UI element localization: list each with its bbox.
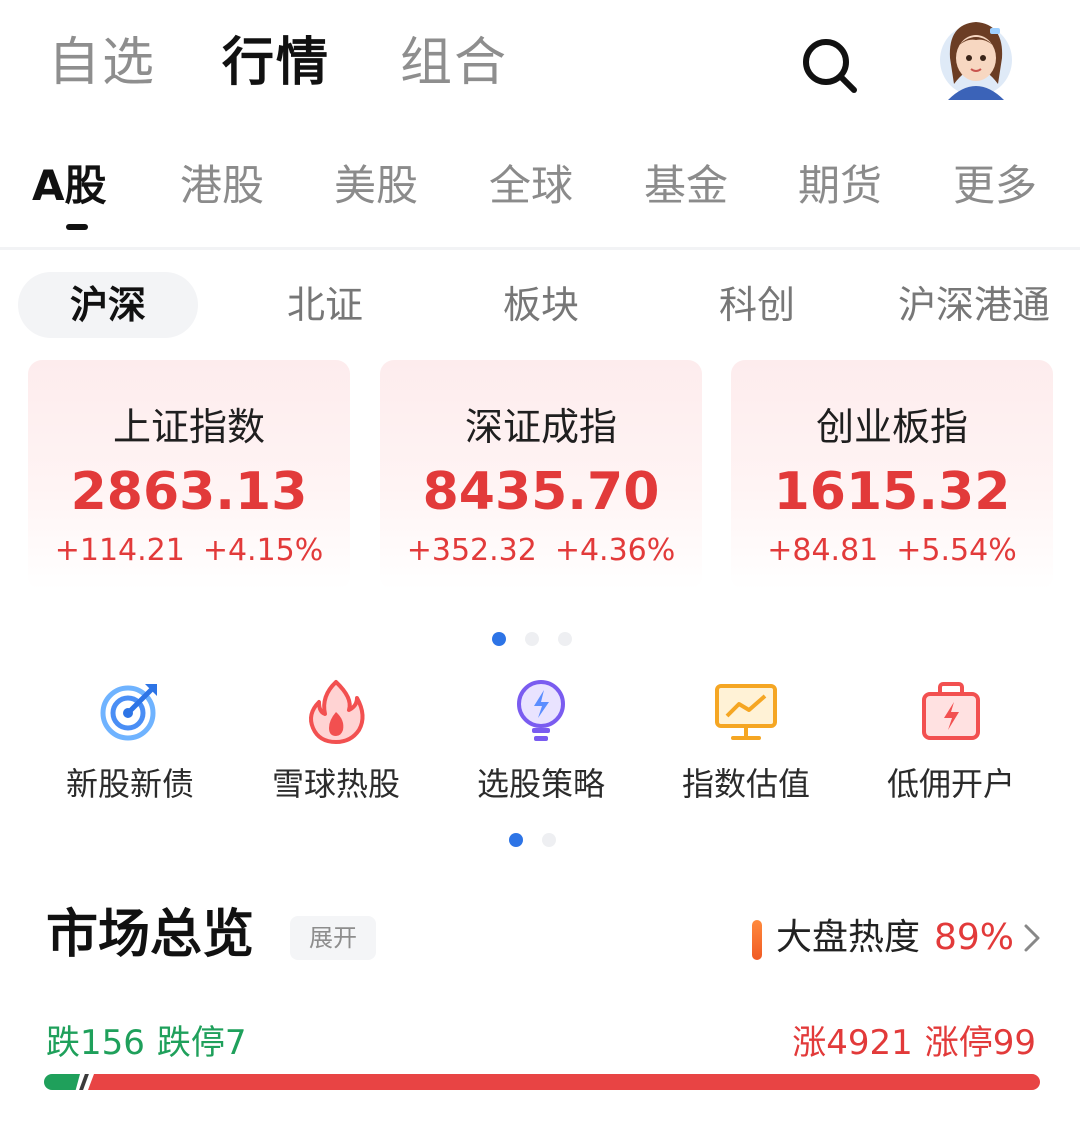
- card-pager: [492, 632, 582, 646]
- expand-button[interactable]: 展开: [290, 916, 376, 960]
- index-name: 上证指数: [112, 405, 265, 449]
- index-card-shenzhen[interactable]: 深证成指 8435.70 +352.32 +4.36%: [380, 360, 702, 590]
- market-tabs: A股 港股 美股 全球 基金 期货 更多: [0, 148, 1080, 248]
- rise-fall-ratio-bar: [44, 1074, 1040, 1090]
- heat-value[interactable]: 89%: [934, 912, 1014, 964]
- shortcut-label: 低佣开户: [886, 765, 1015, 803]
- tab-portfolio[interactable]: 组合: [400, 28, 508, 98]
- heat-indicator: [752, 920, 762, 960]
- bar-separator: [79, 1074, 89, 1090]
- market-tab-global[interactable]: 全球: [489, 158, 573, 214]
- index-change: +114.21 +4.15%: [28, 530, 350, 572]
- index-change-percent: +4.15%: [202, 533, 324, 568]
- shortcut-open-account[interactable]: 低佣开户: [871, 676, 1031, 816]
- shortcut-index-valuation[interactable]: 指数估值: [666, 676, 826, 816]
- market-tab-funds[interactable]: 基金: [644, 158, 728, 214]
- market-tab-futures[interactable]: 期货: [798, 158, 882, 214]
- index-value: 2863.13: [70, 462, 308, 522]
- index-change-points: +84.81: [767, 533, 879, 568]
- index-value: 8435.70: [422, 462, 660, 522]
- tab-favorites[interactable]: 自选: [48, 28, 156, 98]
- rise-bar: [88, 1074, 1040, 1090]
- divider: [0, 247, 1080, 250]
- market-tab-us[interactable]: 美股: [334, 158, 418, 214]
- chart-board-icon: [715, 684, 777, 740]
- sub-tab-star-market[interactable]: 科创: [719, 278, 795, 332]
- fall-count: 跌156: [46, 1023, 145, 1063]
- pager-dot-active[interactable]: [492, 632, 506, 646]
- pager-dot[interactable]: [542, 833, 556, 847]
- index-name: 深证成指: [464, 405, 617, 449]
- market-tab-hk[interactable]: 港股: [180, 158, 264, 214]
- pager-dot[interactable]: [525, 632, 539, 646]
- active-tab-indicator: [66, 224, 88, 230]
- bulb-icon: [517, 680, 565, 741]
- rise-stats: 涨4921 涨停99: [792, 1018, 1036, 1068]
- pager-dot-active[interactable]: [509, 833, 523, 847]
- sub-tab-connect[interactable]: 沪深港通: [898, 278, 1050, 332]
- shortcut-label: 指数估值: [681, 765, 810, 803]
- shortcut-pager: [509, 833, 559, 847]
- index-value: 1615.32: [773, 462, 1011, 522]
- shortcut-stock-strategy[interactable]: 选股策略: [461, 676, 621, 816]
- index-card-chinext[interactable]: 创业板指 1615.32 +84.81 +5.54%: [731, 360, 1053, 590]
- index-change: +352.32 +4.36%: [380, 530, 702, 572]
- fall-stats: 跌156 跌停7: [46, 1018, 247, 1068]
- sub-tab-sectors[interactable]: 板块: [503, 278, 579, 332]
- sub-tab-hushen[interactable]: 沪深: [70, 278, 146, 332]
- limit-up-count: 涨停99: [924, 1023, 1036, 1063]
- index-change-percent: +4.36%: [554, 533, 676, 568]
- index-change-percent: +5.54%: [896, 533, 1017, 568]
- tab-market[interactable]: 行情: [222, 28, 330, 98]
- pager-dot[interactable]: [558, 632, 572, 646]
- shortcut-new-issues[interactable]: 新股新债: [50, 676, 210, 816]
- rise-count: 涨4921: [792, 1023, 913, 1063]
- avatar[interactable]: [938, 14, 1014, 100]
- sub-tab-beizheng[interactable]: 北证: [287, 278, 363, 332]
- top-nav: 自选 行情 组合: [0, 0, 1080, 130]
- heat-label[interactable]: 大盘热度: [776, 912, 920, 964]
- limit-down-count: 跌停7: [156, 1023, 247, 1063]
- target-icon: [100, 684, 157, 741]
- shortcut-label: 选股策略: [476, 765, 605, 803]
- flame-icon: [309, 680, 365, 744]
- search-icon[interactable]: [798, 34, 862, 98]
- shortcut-label: 雪球热股: [271, 765, 400, 803]
- market-tab-a-shares[interactable]: A股: [32, 158, 107, 214]
- index-name: 创业板指: [815, 405, 968, 449]
- index-card-shanghai[interactable]: 上证指数 2863.13 +114.21 +4.15%: [28, 360, 350, 590]
- market-tab-more[interactable]: 更多: [953, 158, 1037, 214]
- chevron-right-icon[interactable]: [1018, 922, 1044, 954]
- index-change-points: +114.21: [54, 533, 185, 568]
- index-change: +84.81 +5.54%: [731, 530, 1053, 572]
- shortcut-hot-stocks[interactable]: 雪球热股: [256, 676, 416, 816]
- shortcut-label: 新股新债: [65, 765, 194, 803]
- index-change-points: +352.32: [406, 533, 537, 568]
- bag-icon: [922, 682, 980, 740]
- fall-bar: [44, 1074, 80, 1090]
- sub-tabs: 沪深 北证 板块 科创 沪深港通: [0, 262, 1080, 352]
- overview-title: 市场总览: [46, 905, 255, 965]
